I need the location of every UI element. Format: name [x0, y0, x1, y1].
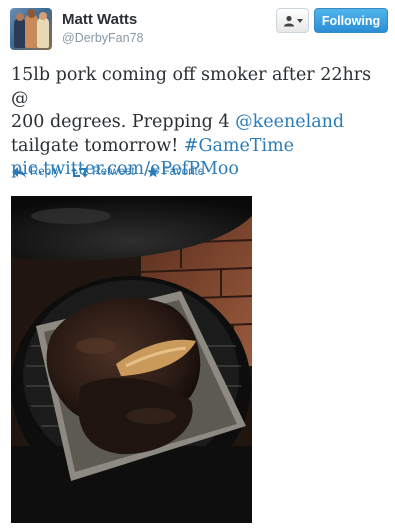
tweet-header: Matt Watts @DerbyFan78 Following [0, 0, 395, 56]
tweet-line-2: 200 degrees. Prepping 4 [11, 112, 236, 132]
tweet-line-3: tailgate tomorrow! [11, 135, 184, 156]
favorite-action[interactable]: Favorite [146, 166, 205, 178]
reply-label: Reply [30, 166, 60, 178]
tweet-text: 15lb pork coming off smoker after 22hrs … [11, 64, 386, 182]
tweet-actions: Reply Retweet Favorite [12, 166, 216, 178]
user-handle[interactable]: @DerbyFan78 [62, 31, 143, 45]
star-icon [146, 166, 159, 178]
user-icon [283, 15, 294, 26]
avatar[interactable] [10, 8, 52, 50]
retweet-label: Retweet [92, 166, 135, 178]
chevron-down-icon [296, 18, 303, 23]
retweet-icon [71, 167, 89, 177]
favorite-label: Favorite [162, 166, 205, 178]
tweet-photo[interactable] [11, 196, 252, 523]
reply-action[interactable]: Reply [12, 166, 59, 178]
hashtag-link[interactable]: #GameTime [184, 136, 294, 156]
user-name[interactable]: Matt Watts [62, 11, 137, 28]
following-button[interactable]: Following [314, 8, 388, 33]
retweet-action[interactable]: Retweet [71, 166, 135, 178]
mention-link[interactable]: @keeneland [235, 112, 344, 132]
reply-icon [12, 166, 26, 178]
smoker-photo-image [11, 196, 252, 523]
user-menu-button[interactable] [276, 8, 309, 33]
tweet-line-1: 15lb pork coming off smoker after 22hrs … [11, 65, 372, 109]
